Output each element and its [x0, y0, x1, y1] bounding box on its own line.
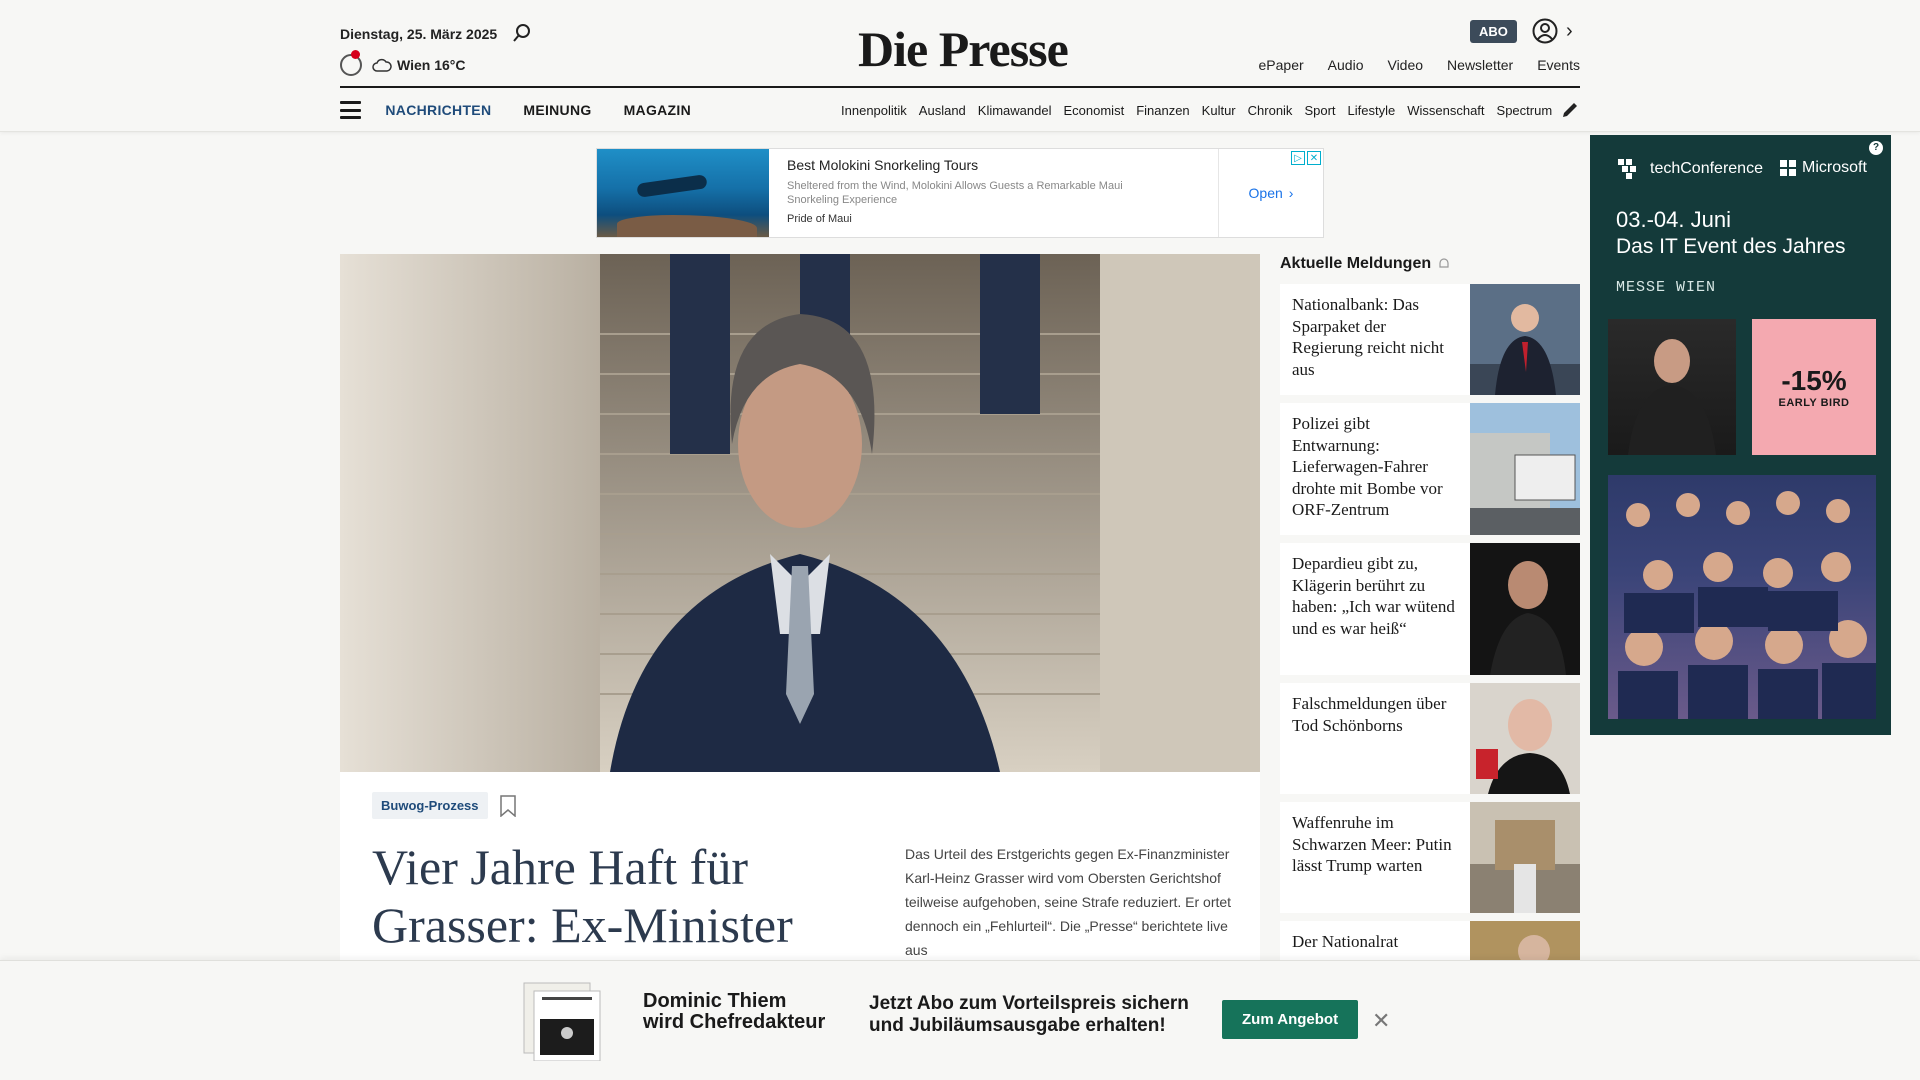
- news-item-text: Falschmeldungen über Tod Schönborns: [1292, 694, 1447, 735]
- link-newsletter[interactable]: Newsletter: [1447, 57, 1513, 73]
- news-item-text: Polizei gibt Entwarnung: Lieferwagen-Fah…: [1292, 414, 1443, 519]
- bell-icon: [1439, 258, 1449, 268]
- adchoices-icon[interactable]: ▷: [1291, 151, 1305, 165]
- close-icon[interactable]: ✕: [1307, 151, 1321, 165]
- promo-text-line2: und Jubiläumsausgabe erhalten!: [869, 1015, 1166, 1036]
- ad-choices[interactable]: ▷ ✕: [1291, 151, 1321, 165]
- link-video[interactable]: Video: [1387, 57, 1423, 73]
- link-events[interactable]: Events: [1537, 57, 1580, 73]
- news-item-image: [1470, 284, 1580, 395]
- topic-tag[interactable]: Buwog-Prozess: [372, 792, 488, 819]
- cloud-icon: [372, 58, 392, 72]
- techconference-ad[interactable]: ? techConference Microsoft 03.-04. Juni …: [1590, 135, 1891, 735]
- news-item-image: [1470, 683, 1580, 794]
- hero-image[interactable]: [340, 254, 1260, 772]
- promo-headline: Dominic Thiem wird Chefredakteur: [643, 991, 825, 1033]
- nav-spectrum[interactable]: Spectrum: [1497, 103, 1553, 118]
- hero-headline[interactable]: Vier Jahre Haft für Grasser: Ex-Minister: [372, 838, 852, 954]
- news-item-text: Waffenruhe im Schwarzen Meer: Putin läss…: [1292, 813, 1452, 875]
- news-item[interactable]: Depardieu gibt zu, Klägerin berührt zu h…: [1280, 543, 1580, 675]
- nav-meinung[interactable]: MEINUNG: [523, 102, 591, 118]
- abo-button[interactable]: ABO: [1470, 20, 1517, 43]
- news-item[interactable]: Polizei gibt Entwarnung: Lieferwagen-Fah…: [1280, 403, 1580, 535]
- weather-text: Wien 16°C: [397, 57, 466, 73]
- sidebar-title-text: Aktuelle Meldungen: [1280, 255, 1432, 272]
- offer-button[interactable]: Zum Angebot: [1222, 1000, 1359, 1039]
- nav-chronik[interactable]: Chronik: [1248, 103, 1293, 118]
- link-audio[interactable]: Audio: [1328, 57, 1364, 73]
- news-item-image: [1470, 543, 1580, 675]
- nav-lifestyle[interactable]: Lifestyle: [1348, 103, 1396, 118]
- promo-name-line2: wird Chefredakteur: [643, 1011, 826, 1033]
- help-icon[interactable]: ?: [1869, 141, 1883, 155]
- ad-source: Pride of Maui: [787, 213, 852, 225]
- microsoft-logo-icon: [1780, 160, 1796, 176]
- news-item[interactable]: Falschmeldungen über Tod Schönborns: [1280, 683, 1580, 794]
- speaker-photo: [1608, 319, 1736, 455]
- header-links: ePaper Audio Video Newsletter Events: [1259, 57, 1580, 73]
- techconference-logo-icon: [1618, 159, 1636, 179]
- newspaper-image: [523, 982, 601, 1061]
- crowd-photo: [1608, 475, 1876, 719]
- hero-photo: [340, 254, 1260, 772]
- discount-label: EARLY BIRD: [1778, 397, 1850, 409]
- news-item-image: [1470, 403, 1580, 535]
- partner-name: Microsoft: [1802, 159, 1867, 176]
- nav-ausland[interactable]: Ausland: [919, 103, 966, 118]
- ad-brand: techConference: [1618, 159, 1763, 179]
- chevron-right-icon[interactable]: ›: [1566, 20, 1573, 43]
- bookmark-icon[interactable]: [499, 794, 516, 817]
- subscription-banner: Dominic Thiem wird Chefredakteur Jetzt A…: [0, 960, 1920, 1080]
- promo-name-line1: Dominic Thiem: [643, 990, 787, 1012]
- close-icon[interactable]: ✕: [1372, 1010, 1390, 1032]
- nav-economist[interactable]: Economist: [1063, 103, 1124, 118]
- site-header: Dienstag, 25. März 2025 Wien 16°C Die Pr…: [0, 0, 1920, 132]
- nav-innenpolitik[interactable]: Innenpolitik: [841, 103, 907, 118]
- news-item[interactable]: Nationalbank: Das Sparpaket der Regierun…: [1280, 284, 1580, 395]
- aktuelle-meldungen: Aktuelle Meldungen Nationalbank: Das Spa…: [1280, 252, 1580, 989]
- nav-wissenschaft[interactable]: Wissenschaft: [1407, 103, 1484, 118]
- ad-banner[interactable]: Best Molokini Snorkeling Tours Sheltered…: [596, 148, 1324, 238]
- search-icon[interactable]: [512, 23, 532, 43]
- ad-title[interactable]: Best Molokini Snorkeling Tours: [787, 157, 1200, 173]
- nav-subcategories: Innenpolitik Ausland Klimawandel Economi…: [841, 103, 1580, 118]
- chevron-right-icon: ›: [1288, 185, 1294, 201]
- link-epaper[interactable]: ePaper: [1259, 57, 1304, 73]
- ad-open-label: Open: [1248, 185, 1283, 201]
- event-subtitle: Das IT Event des Jahres: [1616, 235, 1846, 258]
- nav-nachrichten[interactable]: NACHRICHTEN: [385, 102, 491, 118]
- weather-widget[interactable]: Wien 16°C: [372, 57, 466, 73]
- sidebar-title: Aktuelle Meldungen: [1280, 252, 1580, 276]
- nav-kultur[interactable]: Kultur: [1202, 103, 1236, 118]
- header-date: Dienstag, 25. März 2025: [340, 26, 498, 42]
- live-ticker-icon[interactable]: [340, 50, 362, 76]
- ad-image: [597, 149, 769, 237]
- event-location: MESSE WIEN: [1616, 279, 1717, 296]
- news-item-text: Depardieu gibt zu, Klägerin berührt zu h…: [1292, 554, 1455, 638]
- partner-logo: Microsoft: [1780, 159, 1867, 177]
- hero-teaser: Das Urteil des Erstgerichts gegen Ex-Fin…: [905, 846, 1232, 958]
- ad-text-block: Best Molokini Snorkeling Tours Sheltered…: [769, 149, 1219, 237]
- event-date: 03.-04. Juni: [1616, 207, 1731, 232]
- promo-offer-text: Jetzt Abo zum Vorteilspreis sichern und …: [869, 993, 1189, 1037]
- news-item-text: Nationalbank: Das Sparpaket der Regierun…: [1292, 295, 1445, 379]
- nav-sport[interactable]: Sport: [1304, 103, 1335, 118]
- site-logo[interactable]: Die Presse: [858, 20, 1069, 78]
- main-navigation: NACHRICHTEN MEINUNG MAGAZIN Innenpolitik…: [340, 88, 1580, 132]
- discount-value: -15%: [1781, 365, 1847, 396]
- ad-description: Sheltered from the Wind, Molokini Allows…: [787, 180, 1123, 206]
- promo-text-line1: Jetzt Abo zum Vorteilspreis sichern: [869, 993, 1189, 1014]
- nav-klimawandel[interactable]: Klimawandel: [978, 103, 1052, 118]
- nav-finanzen[interactable]: Finanzen: [1136, 103, 1189, 118]
- hamburger-menu-icon[interactable]: [340, 101, 362, 119]
- news-item[interactable]: Waffenruhe im Schwarzen Meer: Putin läss…: [1280, 802, 1580, 913]
- pencil-icon[interactable]: [1560, 100, 1580, 120]
- news-item-image: [1470, 802, 1580, 913]
- tag-row: Buwog-Prozess: [372, 792, 516, 819]
- ad-brand-name: techConference: [1650, 160, 1763, 177]
- discount-badge: -15% EARLY BIRD: [1752, 319, 1876, 455]
- user-account-icon[interactable]: [1532, 18, 1558, 44]
- nav-magazin[interactable]: MAGAZIN: [624, 102, 691, 118]
